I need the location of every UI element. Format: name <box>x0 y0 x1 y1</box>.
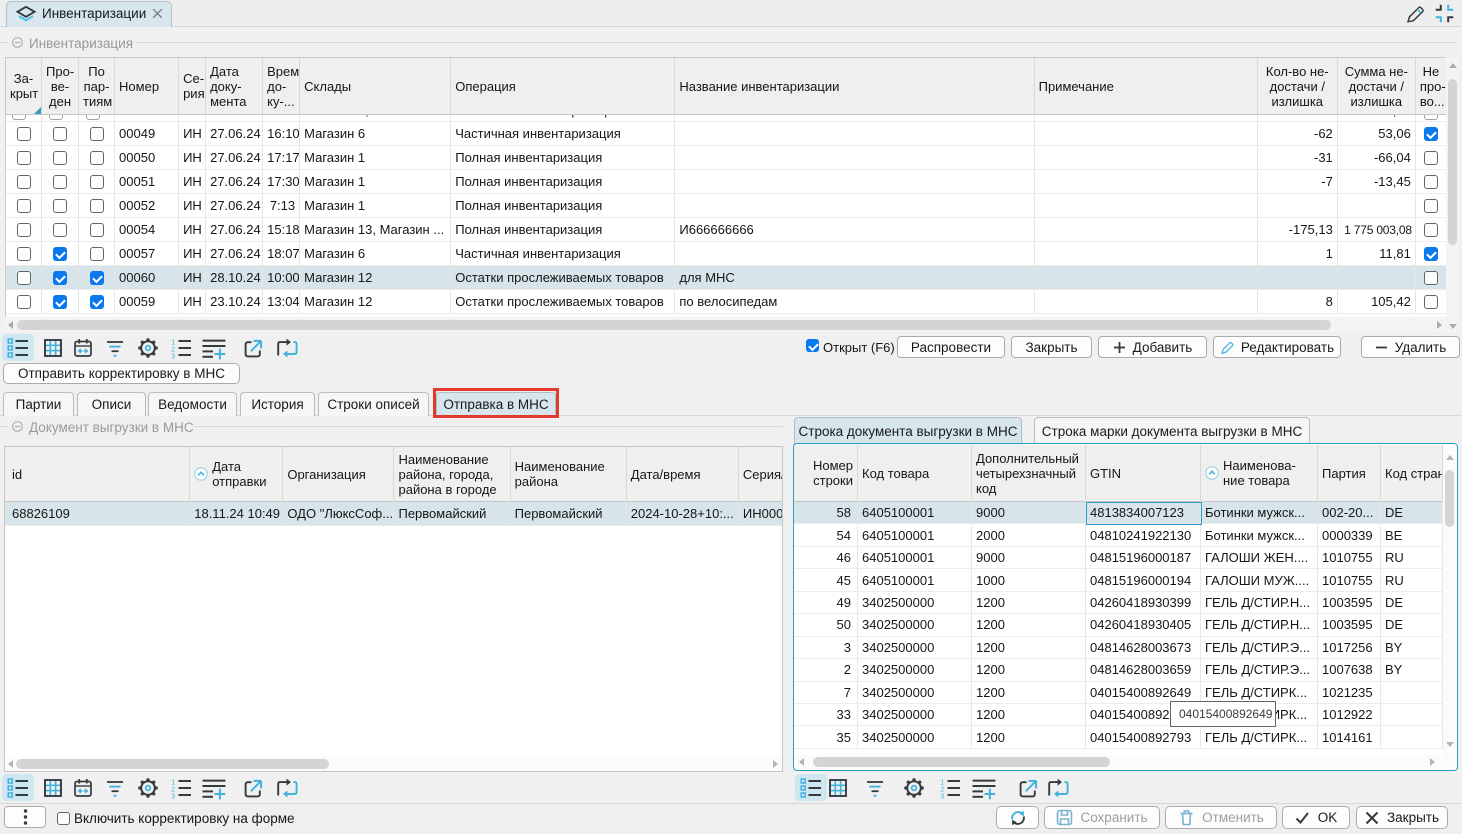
svg-text:1: 1 <box>171 339 175 346</box>
svg-text:3: 3 <box>940 793 944 799</box>
svg-text:1: 1 <box>940 779 944 786</box>
svg-text:3: 3 <box>171 793 175 799</box>
svg-text:3: 3 <box>171 353 175 359</box>
svg-text:1: 1 <box>171 779 175 786</box>
svg-text:2: 2 <box>171 346 175 353</box>
svg-text:2: 2 <box>171 786 175 793</box>
svg-text:2: 2 <box>940 786 944 793</box>
